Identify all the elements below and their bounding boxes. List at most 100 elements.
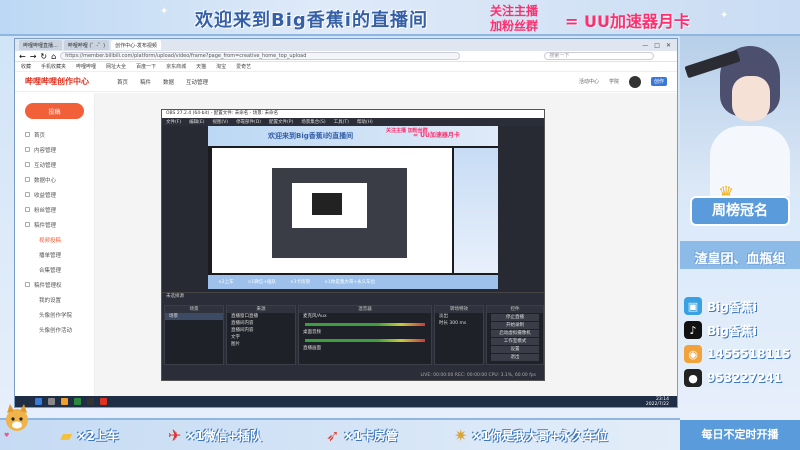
ticker-text: ×1微信+插队 — [185, 428, 262, 443]
bookmark-item[interactable]: 京东商城 — [166, 63, 186, 70]
obs-menu-help[interactable]: 帮助(H) — [357, 119, 373, 125]
search-icon[interactable] — [48, 398, 55, 405]
obs-menu-docks[interactable]: 停靠部件(D) — [236, 119, 261, 125]
virtual-camera-button[interactable]: 启动虚拟摄像机 — [491, 330, 539, 337]
windows-taskbar: 23:14 2022/7/22 — [15, 396, 677, 407]
ticker-item: ✷ ×1你是我大哥+永久车位 — [454, 426, 608, 445]
sidebar-item[interactable]: 合集管理 — [15, 262, 94, 277]
browser-tab[interactable]: 哔哩哔哩 (゜-゜) — [63, 40, 110, 50]
ticker-text: ×1你是我大哥+永久车位 — [471, 428, 608, 443]
site-badge[interactable]: 创作 — [650, 77, 667, 86]
sidebar-item-label: 我的设置 — [39, 297, 62, 304]
app-icon[interactable] — [100, 398, 107, 405]
back-icon[interactable]: ← — [19, 52, 26, 61]
volume-meter[interactable] — [305, 339, 425, 342]
bilibili-icon: ▣ — [684, 297, 702, 315]
transition-select[interactable]: 淡出 — [435, 313, 483, 320]
rank-names: 渣皇团、血瓶组 — [694, 252, 786, 267]
publish-button[interactable]: 投稿 — [25, 103, 84, 119]
social-text: 1455518115 — [707, 347, 791, 361]
source-item[interactable]: 直播间内容 — [227, 327, 295, 334]
studio-mode-button[interactable]: 工作室模式 — [491, 338, 539, 345]
exit-button[interactable]: 退出 — [491, 354, 539, 361]
ticker-item: ▰ ×2上车 — [60, 426, 168, 445]
taskbar-clock[interactable]: 23:14 2022/7/22 — [646, 397, 677, 407]
bookmark-item[interactable]: 手机收藏夹 — [41, 63, 66, 70]
obs-preview[interactable]: 欢迎来到Big香蕉i的直播间 关注主播 加粉丝群 = UU加速器月卡 ×2上车 … — [208, 126, 498, 289]
site-link-activity[interactable]: 活动中心 — [579, 78, 599, 85]
url-input[interactable]: https://member.bilibili.com/platform/upl… — [60, 52, 461, 60]
browser-tab-active[interactable]: 创作中心-发布视频 — [111, 40, 161, 50]
home-icon[interactable]: ⌂ — [51, 52, 56, 61]
sidebar-item[interactable]: 视频投稿 — [15, 232, 94, 247]
start-icon[interactable] — [35, 398, 42, 405]
menu-icon — [25, 282, 30, 287]
source-item[interactable]: 文字 — [227, 334, 295, 341]
source-item[interactable]: 直播窗口直播 — [227, 313, 295, 320]
folder-icon[interactable] — [61, 398, 68, 405]
sidebar-item-label: 头像创作活动 — [39, 327, 73, 334]
obs-menu-file[interactable]: 文件(F) — [166, 119, 181, 125]
site-nav-data[interactable]: 数据 — [163, 78, 174, 86]
sidebar-item[interactable]: 粉丝管理 — [15, 202, 94, 217]
site-nav-manuscripts[interactable]: 稿件 — [140, 78, 151, 86]
sidebar-item[interactable]: 头像创作活动 — [15, 322, 94, 337]
bookmark-item[interactable]: 百度一下 — [136, 63, 156, 70]
stop-streaming-button[interactable]: 停止直播 — [491, 314, 539, 321]
site-link-academy[interactable]: 学院 — [609, 78, 619, 85]
bookmark-item[interactable]: 网址大全 — [106, 63, 126, 70]
bookmark-item[interactable]: 收藏 — [21, 63, 31, 70]
maximize-icon[interactable]: □ — [654, 42, 660, 49]
volume-meter[interactable] — [305, 323, 425, 326]
bookmarks-bar: 收藏 手机收藏夹 哔哩哔哩 网址大全 百度一下 京东商城 天猫 淘宝 爱奇艺 — [15, 62, 677, 72]
browser-search-input[interactable]: 搜索一下 — [544, 52, 655, 60]
obs-menu-view[interactable]: 视图(V) — [212, 119, 228, 125]
obs-menu-scenes[interactable]: 场景集合(S) — [301, 119, 325, 125]
forward-icon[interactable]: → — [30, 52, 37, 61]
sidebar-item-label: 粉丝管理 — [34, 207, 57, 214]
creator-sidebar: 投稿 首页 内容管理 互动管理 数据中心收益管理粉丝管理稿件管理 视频投稿 播单管理 合集管… — [15, 93, 95, 398]
scene-item[interactable]: 场景 — [165, 313, 223, 320]
social-bilibili: ▣ Big香蕉i — [680, 294, 800, 318]
site-nav-interaction[interactable]: 互动管理 — [186, 78, 208, 86]
sidebar-item[interactable]: 互动管理 — [15, 157, 94, 172]
source-item[interactable]: 直播间内容 — [227, 320, 295, 327]
sidebar-item[interactable]: 头像创作学院 — [15, 307, 94, 322]
bookmark-item[interactable]: 天猫 — [196, 63, 206, 70]
ticker-item: ✈ ×1微信+插队 — [168, 426, 326, 445]
obs-menu-profile[interactable]: 配置文件(P) — [269, 119, 293, 125]
nested-reward: = UU加速器月卡 — [413, 132, 460, 139]
start-recording-button[interactable]: 开始录制 — [491, 322, 539, 329]
nested-browser-capture — [212, 148, 452, 273]
minimize-icon[interactable]: — — [642, 42, 648, 49]
sidebar-item[interactable]: 内容管理 — [15, 142, 94, 157]
plane-icon: ✈ — [168, 425, 182, 445]
sidebar-item[interactable]: 稿件管理 — [15, 217, 94, 232]
obs-menu-edit[interactable]: 编辑(E) — [189, 119, 204, 125]
bookmark-item[interactable]: 爱奇艺 — [236, 63, 251, 70]
settings-button[interactable]: 设置 — [491, 346, 539, 353]
avatar[interactable] — [628, 75, 641, 88]
address-bar: ← → ↻ ⌂ https://member.bilibili.com/plat… — [15, 51, 677, 62]
sidebar-item[interactable]: 首页 — [15, 127, 94, 142]
rank-title: 周榜冠名 — [690, 196, 790, 226]
refresh-icon[interactable]: ↻ — [40, 52, 47, 61]
sidebar-item[interactable]: 我的设置 — [15, 292, 94, 307]
site-nav-home[interactable]: 首页 — [117, 78, 128, 86]
sidebar-item[interactable]: 数据中心 — [15, 172, 94, 187]
browser-tab[interactable]: 哔哩哔哩直播... — [19, 40, 62, 50]
obs-menu-tools[interactable]: 工具(T) — [334, 119, 349, 125]
sidebar-item[interactable]: 稿件管理权 — [15, 277, 94, 292]
site-logo[interactable]: 哔哩哔哩创作中心 — [25, 76, 105, 87]
obs-icon[interactable] — [87, 398, 94, 405]
bookmark-item[interactable]: 淘宝 — [216, 63, 226, 70]
browser-icon[interactable] — [74, 398, 81, 405]
sidebar-item-label: 收益管理 — [34, 192, 57, 199]
sidebar-item[interactable]: 收益管理 — [15, 187, 94, 202]
source-item[interactable]: 图片 — [227, 341, 295, 348]
sidebar-item[interactable]: 播单管理 — [15, 247, 94, 262]
transition-duration[interactable]: 时长 300 ms — [435, 320, 483, 327]
close-icon[interactable]: ✕ — [666, 42, 671, 49]
bookmark-item[interactable]: 哔哩哔哩 — [76, 63, 96, 70]
nested-obs-capture-2 — [312, 193, 342, 215]
